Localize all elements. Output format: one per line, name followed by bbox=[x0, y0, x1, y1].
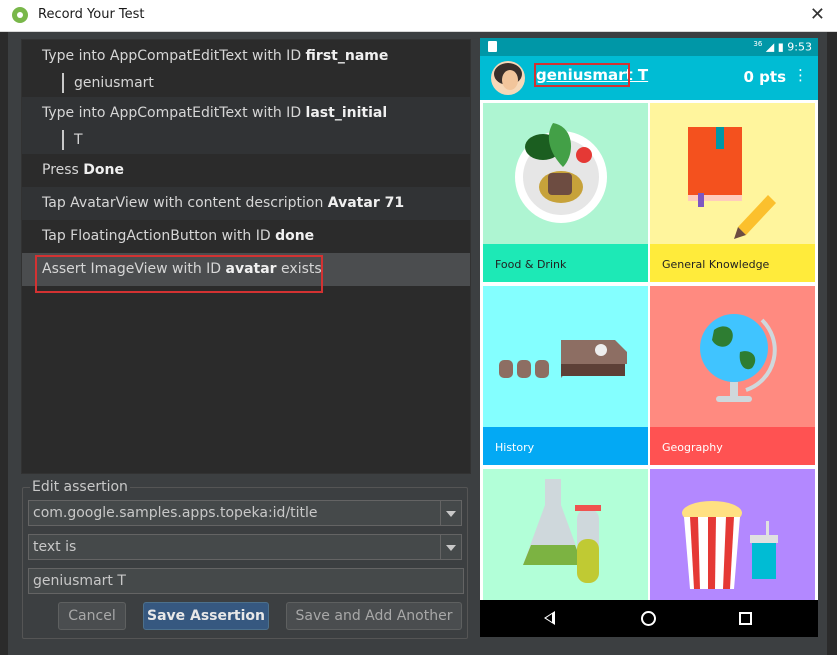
chevron-down-icon[interactable] bbox=[440, 535, 461, 559]
event-item[interactable]: Type into AppCompatEditText with ID firs… bbox=[22, 40, 470, 97]
home-icon[interactable] bbox=[641, 611, 656, 626]
event-target: first_name bbox=[305, 48, 389, 64]
event-text: Tap AvatarView with content description bbox=[42, 195, 328, 211]
save-assertion-button[interactable]: Save Assertion bbox=[143, 602, 269, 630]
event-text: Type into AppCompatEditText with ID bbox=[42, 48, 306, 64]
globe-illustration bbox=[700, 314, 777, 402]
assertion-value-input[interactable]: geniusmart T bbox=[28, 568, 464, 594]
event-target: Avatar 71 bbox=[327, 195, 405, 211]
status-time: 9:53 bbox=[787, 40, 812, 54]
background-editor-left bbox=[0, 32, 8, 655]
event-item[interactable]: Tap FloatingActionButton with ID done bbox=[22, 220, 470, 253]
category-tile-general-knowledge[interactable]: General Knowledge bbox=[650, 103, 815, 282]
view-id-value: com.google.samples.apps.topeka:id/title bbox=[33, 505, 318, 521]
close-icon[interactable]: ✕ bbox=[810, 4, 825, 25]
status-bar: 36 ◢ ▮ 9:53 bbox=[480, 38, 818, 56]
dinosaur-skull-illustration bbox=[499, 340, 627, 378]
event-item[interactable]: Tap AvatarView with content description … bbox=[22, 187, 470, 220]
event-target: Done bbox=[83, 162, 124, 178]
event-target: done bbox=[275, 228, 315, 244]
record-dialog: Type into AppCompatEditText with ID firs… bbox=[8, 32, 827, 655]
category-name: Food & Drink bbox=[495, 258, 567, 271]
recent-apps-icon[interactable] bbox=[739, 612, 752, 625]
category-name: General Knowledge bbox=[662, 258, 770, 271]
category-tile-entertainment[interactable] bbox=[650, 469, 815, 600]
event-value: T bbox=[62, 130, 83, 150]
assertion-highlight bbox=[35, 255, 323, 293]
category-grid: Food & Drink General Knowledge History G… bbox=[480, 100, 818, 600]
category-tile-history[interactable]: History bbox=[483, 286, 648, 465]
points-label: 0 pts bbox=[743, 68, 787, 86]
condition-dropdown[interactable]: text is bbox=[28, 534, 462, 560]
category-name: Geography bbox=[662, 441, 723, 454]
android-studio-icon bbox=[12, 7, 28, 23]
category-tile-food-drink[interactable]: Food & Drink bbox=[483, 103, 648, 282]
more-options-icon[interactable]: ⋮ bbox=[793, 66, 808, 84]
recorded-events-list[interactable]: Type into AppCompatEditText with ID firs… bbox=[21, 39, 471, 474]
avatar[interactable] bbox=[491, 61, 525, 95]
navigation-bar bbox=[480, 600, 818, 637]
assertion-value-text: geniusmart T bbox=[33, 573, 126, 589]
popcorn-illustration bbox=[682, 501, 778, 589]
event-target: last_initial bbox=[305, 105, 388, 121]
book-pencil-illustration bbox=[688, 127, 776, 239]
category-tile-science[interactable] bbox=[483, 469, 648, 600]
event-text: Tap FloatingActionButton with ID bbox=[42, 228, 276, 244]
sd-card-icon bbox=[488, 41, 497, 52]
cancel-button[interactable]: Cancel bbox=[58, 602, 126, 630]
title-bar: Record Your Test ✕ bbox=[0, 0, 837, 32]
view-id-dropdown[interactable]: com.google.samples.apps.topeka:id/title bbox=[28, 500, 462, 526]
event-text: Press bbox=[42, 162, 84, 178]
window-title: Record Your Test bbox=[38, 7, 145, 22]
event-item[interactable]: Type into AppCompatEditText with ID last… bbox=[22, 97, 470, 154]
event-value: geniusmart bbox=[62, 73, 154, 93]
condition-value: text is bbox=[33, 539, 77, 555]
back-icon[interactable] bbox=[544, 611, 555, 625]
event-item[interactable]: Press Done bbox=[22, 154, 470, 187]
food-drink-illustration bbox=[515, 123, 607, 223]
category-tile-geography[interactable]: Geography bbox=[650, 286, 815, 465]
background-editor-right bbox=[827, 32, 837, 655]
save-and-add-another-button[interactable]: Save and Add Another bbox=[286, 602, 462, 630]
title-highlight bbox=[534, 63, 630, 87]
app-bar: geniusmart T 0 pts ⋮ bbox=[480, 56, 818, 100]
signal-label: 36 bbox=[753, 40, 763, 48]
category-name: History bbox=[495, 441, 535, 454]
chevron-down-icon[interactable] bbox=[440, 501, 461, 525]
event-text: Type into AppCompatEditText with ID bbox=[42, 105, 306, 121]
flask-illustration bbox=[523, 479, 601, 583]
edit-assertion-label: Edit assertion bbox=[30, 479, 130, 495]
device-screen: 36 ◢ ▮ 9:53 geniusmart T 0 pts ⋮ Food & … bbox=[480, 38, 818, 637]
